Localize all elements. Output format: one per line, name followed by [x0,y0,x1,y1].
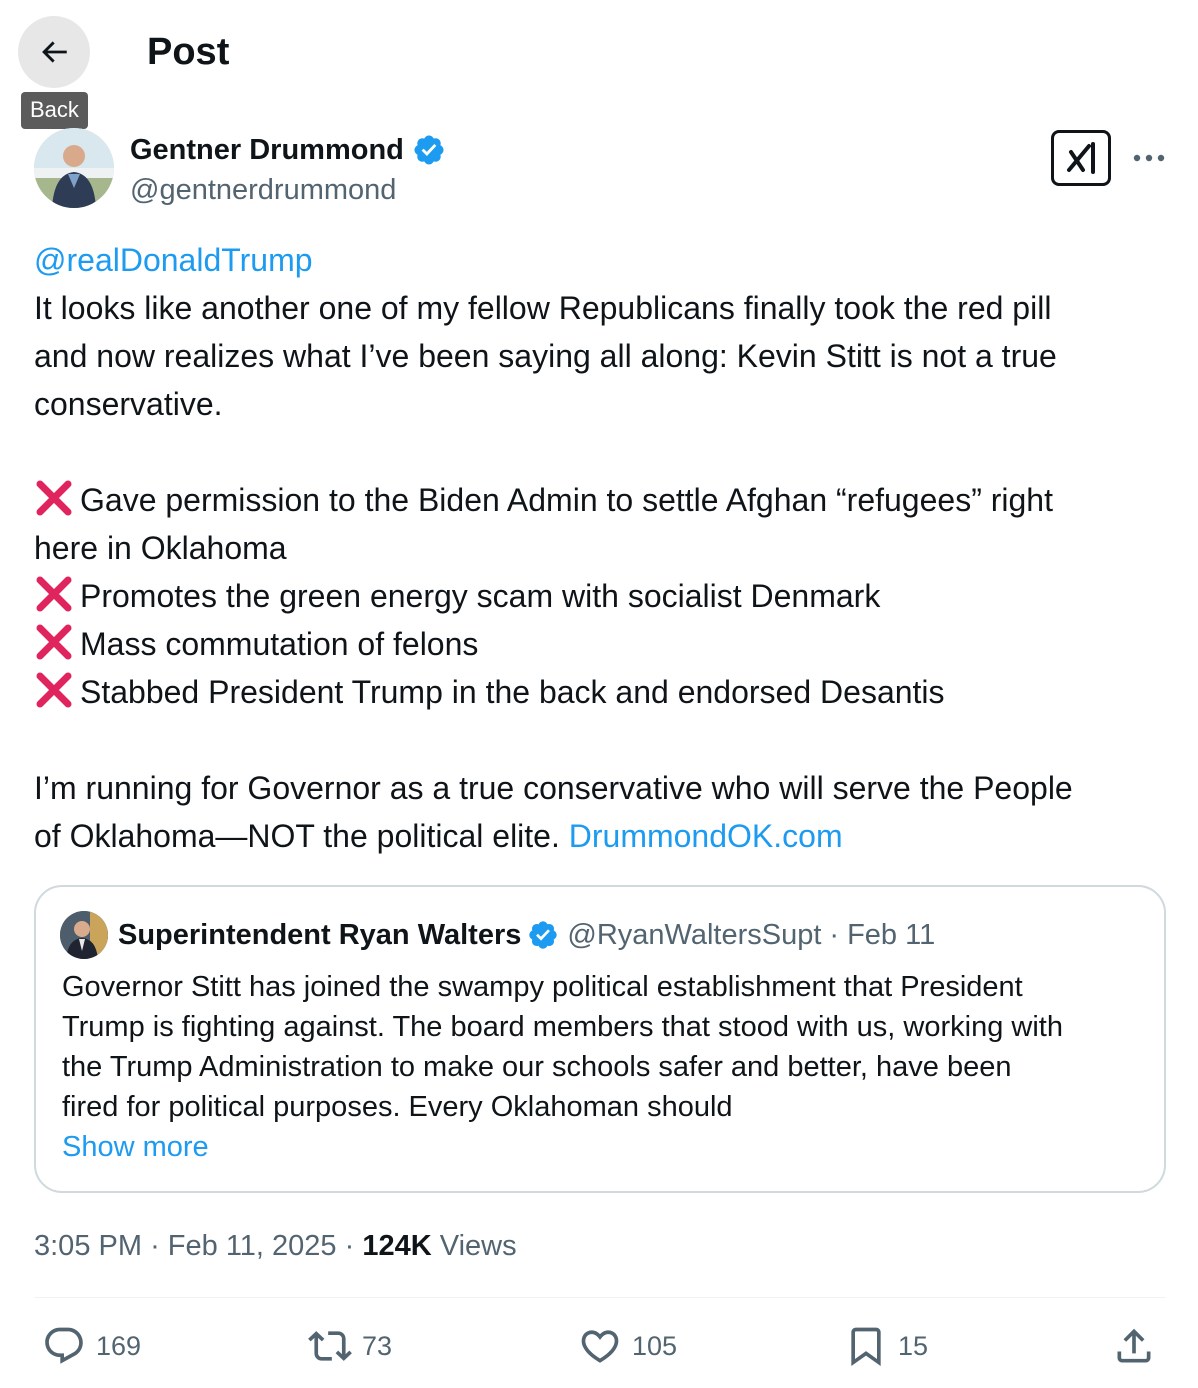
page-title: Post [147,31,230,73]
quote-author-handle: @RyanWaltersSupt [567,919,822,951]
more-button[interactable] [1129,140,1169,176]
views-count: 124K [362,1230,432,1262]
tweet-line: of Oklahoma—NOT the political elite. Dru… [34,812,1174,860]
quote-date: Feb 11 [847,919,936,951]
quoted-post[interactable]: Superintendent Ryan Walters @RyanWalters… [34,885,1166,1193]
website-link[interactable]: DrummondOK.com [569,818,843,854]
reply-count: 169 [96,1330,142,1361]
post-time[interactable]: 3:05 PM [34,1230,142,1262]
quote-author-name[interactable]: Superintendent Ryan Walters [118,917,521,953]
like-button[interactable]: 105 [578,1318,677,1374]
author-row: Gentner Drummond @gentnerdrummond [34,128,1174,212]
quote-line: the Trump Administration to make our sch… [62,1051,1012,1083]
x-mark-icon [36,672,72,708]
x-mark-icon [36,480,72,516]
like-icon [581,1330,619,1363]
bullet-item: Gave permission to the Biden Admin to se… [34,476,1174,524]
quote-separator: · [829,919,840,951]
grok-icon [1067,142,1095,174]
tweet-text: @realDonaldTrump It looks like another o… [34,236,1174,860]
quote-line: fired for political purposes. Every Okla… [62,1091,733,1123]
post-meta: 3:05 PM · Feb 11, 2025 · 124K Views [34,1226,517,1266]
show-more-link[interactable]: Show more [62,1127,209,1167]
post-date[interactable]: Feb 11, 2025 [168,1230,337,1262]
grok-button[interactable] [1051,130,1111,186]
reply-button[interactable]: 169 [42,1318,141,1374]
tweet-line: It looks like another one of my fellow R… [34,290,1052,326]
back-tooltip: Back [21,92,88,129]
verified-badge-icon [414,135,444,165]
back-arrow-icon [42,41,67,63]
verified-badge-icon [529,921,558,949]
share-icon [1117,1328,1151,1363]
bullet-item: Stabbed President Trump in the back and … [34,668,1174,716]
author-avatar[interactable] [34,128,114,208]
mention-link[interactable]: @realDonaldTrump [34,242,313,278]
action-bar: 169 73 105 15 [34,1318,1166,1374]
bullet-text: Stabbed President Trump in the back and … [80,674,945,710]
views-label: Views [439,1230,517,1262]
quote-avatar[interactable] [60,911,108,959]
quote-header: Superintendent Ryan Walters @RyanWalters… [118,917,935,953]
bookmark-button[interactable]: 15 [844,1318,928,1374]
back-button[interactable] [18,16,90,88]
repost-icon [308,1331,352,1361]
meta-separator: · [344,1230,355,1262]
repost-button[interactable]: 73 [308,1318,392,1374]
bullet-text: Gave permission to the Biden Admin to se… [80,482,1053,518]
bookmark-icon [851,1327,881,1367]
bullet-continuation: here in Oklahoma [34,530,287,566]
author-handle[interactable]: @gentnerdrummond [130,172,396,208]
share-button[interactable] [1112,1318,1156,1374]
more-icon [1133,154,1165,162]
repost-count: 73 [362,1330,393,1361]
x-mark-icon [36,624,72,660]
quote-line: Trump is fighting against. The board mem… [62,1011,1063,1043]
like-count: 105 [632,1330,678,1361]
bullet-text: Mass commutation of felons [80,626,479,662]
quote-text: Governor Stitt has joined the swampy pol… [62,967,1152,1127]
header: Back Post [0,0,1198,129]
divider [34,1297,1166,1298]
tweet-line: conservative. [34,386,223,422]
bullet-text: Promotes the green energy scam with soci… [80,578,881,614]
author-name-text: Gentner Drummond [130,134,404,166]
author-name[interactable]: Gentner Drummond [130,132,446,168]
closing-text: of Oklahoma—NOT the political elite. [34,818,560,854]
bookmark-count: 15 [898,1330,929,1361]
tweet-line: I’m running for Governor as a true conse… [34,770,1073,806]
bullet-item: Mass commutation of felons [34,620,1174,668]
x-mark-icon [36,576,72,612]
meta-separator: · [150,1230,160,1262]
quote-line: Governor Stitt has joined the swampy pol… [62,971,1023,1003]
bullet-item: Promotes the green energy scam with soci… [34,572,1174,620]
tweet-line: and now realizes what I’ve been saying a… [34,338,1057,374]
reply-icon [45,1327,83,1364]
